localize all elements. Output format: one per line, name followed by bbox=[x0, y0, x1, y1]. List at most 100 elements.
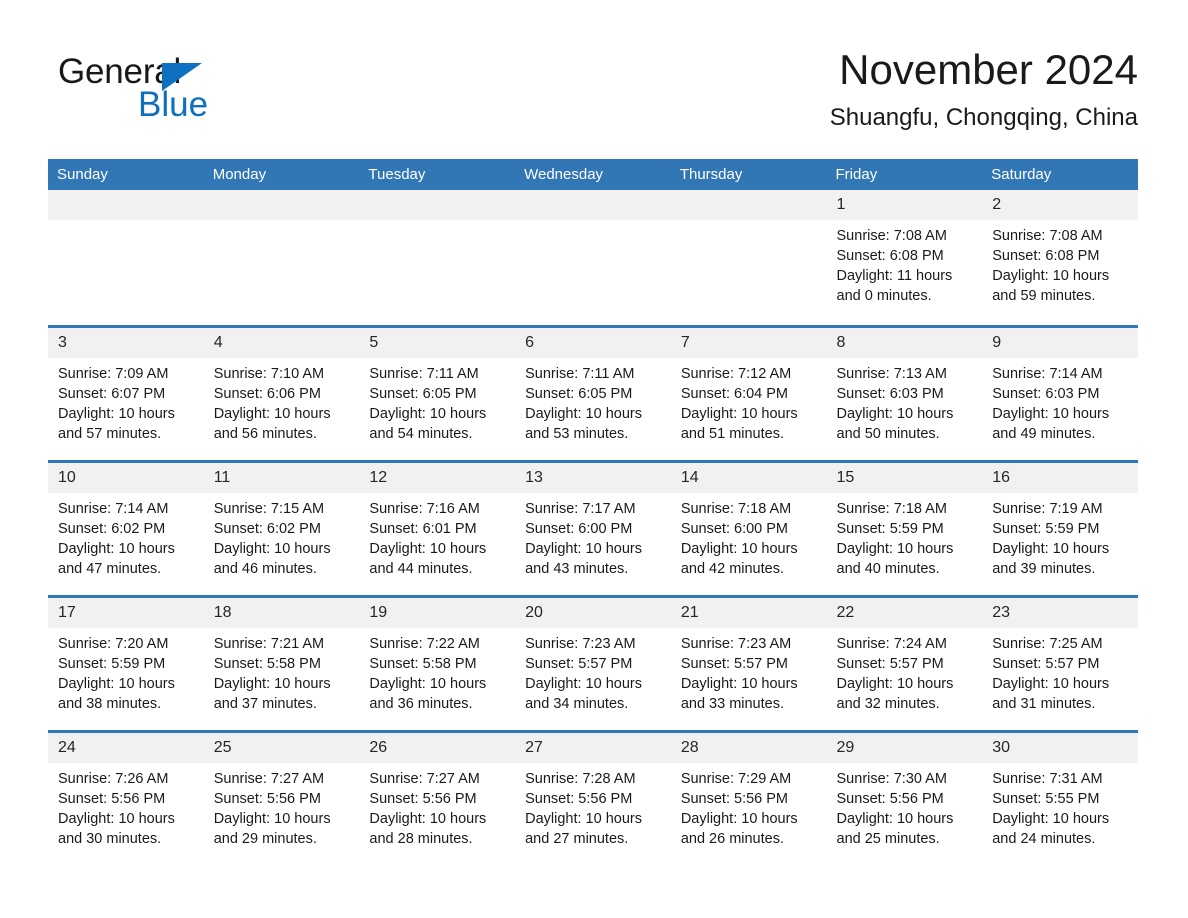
day-cell[interactable]: 30 Sunrise: 7:31 AM Sunset: 5:55 PM Dayligh… bbox=[982, 730, 1138, 849]
day-cell[interactable]: 15 Sunrise: 7:18 AM Sunset: 5:59 PM Dayligh… bbox=[826, 460, 983, 595]
daylight-text: Daylight: 11 hours and 0 minutes. bbox=[836, 268, 953, 304]
day-cell[interactable]: 2 Sunrise: 7:08 AM Sunset: 6:08 PM Daylight… bbox=[982, 190, 1138, 325]
daylight-text: Daylight: 10 hours and 56 minutes. bbox=[213, 406, 331, 442]
day-cell[interactable]: 27 Sunrise: 7:28 AM Sunset: 5:56 PM Dayligh… bbox=[515, 730, 671, 849]
sunrise-text: Sunrise: 7:17 AM bbox=[525, 501, 636, 517]
daylight-text: Daylight: 10 hours and 30 minutes. bbox=[58, 811, 175, 847]
page-header: General Blue November 2024 Shuangfu, Cho… bbox=[48, 44, 1138, 152]
calendar-cell: 5 Sunrise: 7:11 AM Sunset: 6:05 PM Daylight… bbox=[359, 325, 516, 460]
sunrise-text: Sunrise: 7:24 AM bbox=[836, 636, 947, 652]
daylight-text: Daylight: 10 hours and 34 minutes. bbox=[525, 676, 642, 712]
daylight-text: Daylight: 10 hours and 28 minutes. bbox=[369, 811, 487, 847]
day-cell[interactable]: 7 Sunrise: 7:12 AM Sunset: 6:04 PM Daylight… bbox=[670, 325, 827, 460]
day-cell[interactable]: 6 Sunrise: 7:11 AM Sunset: 6:05 PM Daylight… bbox=[515, 325, 671, 460]
day-number: 7 bbox=[670, 328, 827, 358]
day-cell[interactable]: 20 Sunrise: 7:23 AM Sunset: 5:57 PM Dayligh… bbox=[515, 595, 671, 730]
daylight-text: Daylight: 10 hours and 40 minutes. bbox=[836, 541, 954, 577]
generalblue-logo[interactable]: General Blue bbox=[58, 52, 318, 132]
day-details: Sunrise: 7:11 AM Sunset: 6:05 PM Daylight:… bbox=[359, 358, 515, 444]
calendar-cell: 11 Sunrise: 7:15 AM Sunset: 6:02 PM Dayligh… bbox=[203, 460, 360, 595]
sunrise-text: Sunrise: 7:22 AM bbox=[369, 636, 480, 652]
day-cell[interactable]: 21 Sunrise: 7:23 AM Sunset: 5:57 PM Dayligh… bbox=[670, 595, 827, 730]
day-cell[interactable]: 23 Sunrise: 7:25 AM Sunset: 5:57 PM Dayligh… bbox=[982, 595, 1138, 730]
calendar-cell bbox=[515, 190, 671, 325]
day-number: 2 bbox=[982, 190, 1138, 220]
sunrise-text: Sunrise: 7:23 AM bbox=[680, 636, 792, 652]
day-cell-empty bbox=[670, 190, 827, 325]
day-details: Sunrise: 7:22 AM Sunset: 5:58 PM Daylight:… bbox=[359, 628, 515, 714]
day-cell[interactable]: 10 Sunrise: 7:14 AM Sunset: 6:02 PM Dayligh… bbox=[48, 460, 204, 595]
page-subtitle: Shuangfu, Chongqing, China bbox=[829, 104, 1138, 131]
day-cell-empty bbox=[48, 190, 204, 325]
sunset-text: Sunset: 5:56 PM bbox=[213, 791, 321, 807]
weekday-header-tuesday: Tuesday bbox=[359, 159, 516, 190]
day-details: Sunrise: 7:20 AM Sunset: 5:59 PM Daylight:… bbox=[48, 628, 204, 714]
day-cell[interactable]: 5 Sunrise: 7:11 AM Sunset: 6:05 PM Daylight… bbox=[359, 325, 516, 460]
day-details: Sunrise: 7:21 AM Sunset: 5:58 PM Daylight:… bbox=[204, 628, 360, 714]
day-details: Sunrise: 7:23 AM Sunset: 5:57 PM Daylight:… bbox=[671, 628, 827, 714]
day-cell[interactable]: 3 Sunrise: 7:09 AM Sunset: 6:07 PM Daylight… bbox=[48, 325, 204, 460]
day-details: Sunrise: 7:08 AM Sunset: 6:08 PM Daylight:… bbox=[982, 220, 1138, 306]
calendar-table: Sunday Monday Tuesday Wednesday Thursday… bbox=[48, 159, 1138, 849]
day-number: 11 bbox=[203, 463, 360, 493]
day-number: 3 bbox=[48, 328, 204, 358]
calendar-week-row: 3 Sunrise: 7:09 AM Sunset: 6:07 PM Daylight… bbox=[48, 325, 1138, 460]
daylight-text: Daylight: 10 hours and 37 minutes. bbox=[213, 676, 331, 712]
day-details: Sunrise: 7:19 AM Sunset: 5:59 PM Daylight:… bbox=[982, 493, 1138, 579]
calendar-cell: 1 Sunrise: 7:08 AM Sunset: 6:08 PM Daylight… bbox=[826, 190, 983, 325]
day-cell[interactable]: 9 Sunrise: 7:14 AM Sunset: 6:03 PM Daylight… bbox=[982, 325, 1138, 460]
daylight-text: Daylight: 10 hours and 39 minutes. bbox=[992, 541, 1110, 577]
daylight-text: Daylight: 10 hours and 27 minutes. bbox=[525, 811, 642, 847]
day-cell[interactable]: 29 Sunrise: 7:30 AM Sunset: 5:56 PM Dayligh… bbox=[826, 730, 983, 849]
day-cell[interactable]: 17 Sunrise: 7:20 AM Sunset: 5:59 PM Dayligh… bbox=[48, 595, 204, 730]
day-number: 10 bbox=[48, 463, 204, 493]
day-number: 21 bbox=[670, 598, 827, 628]
daylight-text: Daylight: 10 hours and 46 minutes. bbox=[213, 541, 331, 577]
day-cell[interactable]: 24 Sunrise: 7:26 AM Sunset: 5:56 PM Dayligh… bbox=[48, 730, 204, 849]
day-cell[interactable]: 11 Sunrise: 7:15 AM Sunset: 6:02 PM Dayligh… bbox=[203, 460, 360, 595]
calendar-cell bbox=[670, 190, 827, 325]
day-cell[interactable]: 28 Sunrise: 7:29 AM Sunset: 5:56 PM Dayligh… bbox=[670, 730, 827, 849]
daylight-text: Daylight: 10 hours and 25 minutes. bbox=[836, 811, 954, 847]
calendar-cell: 8 Sunrise: 7:13 AM Sunset: 6:03 PM Daylight… bbox=[826, 325, 983, 460]
sunset-text: Sunset: 5:55 PM bbox=[992, 791, 1100, 807]
sunrise-text: Sunrise: 7:29 AM bbox=[680, 771, 792, 787]
day-cell[interactable]: 16 Sunrise: 7:19 AM Sunset: 5:59 PM Dayligh… bbox=[982, 460, 1138, 595]
day-cell[interactable]: 8 Sunrise: 7:13 AM Sunset: 6:03 PM Daylight… bbox=[826, 325, 983, 460]
day-cell[interactable]: 4 Sunrise: 7:10 AM Sunset: 6:06 PM Daylight… bbox=[203, 325, 360, 460]
daylight-text: Daylight: 10 hours and 26 minutes. bbox=[680, 811, 798, 847]
day-number: 29 bbox=[826, 733, 983, 763]
day-number bbox=[203, 190, 360, 220]
weekday-header-sunday: Sunday bbox=[48, 159, 204, 190]
day-details: Sunrise: 7:17 AM Sunset: 6:00 PM Daylight:… bbox=[515, 493, 671, 579]
day-cell[interactable]: 25 Sunrise: 7:27 AM Sunset: 5:56 PM Dayligh… bbox=[203, 730, 360, 849]
daylight-text: Daylight: 10 hours and 42 minutes. bbox=[680, 541, 798, 577]
sunset-text: Sunset: 5:57 PM bbox=[992, 656, 1100, 672]
sunset-text: Sunset: 5:57 PM bbox=[525, 656, 633, 672]
daylight-text: Daylight: 10 hours and 49 minutes. bbox=[992, 406, 1110, 442]
sunrise-text: Sunrise: 7:11 AM bbox=[369, 366, 479, 382]
day-number: 20 bbox=[515, 598, 671, 628]
day-cell[interactable]: 18 Sunrise: 7:21 AM Sunset: 5:58 PM Dayligh… bbox=[203, 595, 360, 730]
day-number: 8 bbox=[826, 328, 983, 358]
day-cell[interactable]: 13 Sunrise: 7:17 AM Sunset: 6:00 PM Dayligh… bbox=[515, 460, 671, 595]
sunset-text: Sunset: 6:02 PM bbox=[58, 521, 166, 537]
day-details: Sunrise: 7:14 AM Sunset: 6:02 PM Daylight:… bbox=[48, 493, 204, 579]
calendar-cell: 3 Sunrise: 7:09 AM Sunset: 6:07 PM Daylight… bbox=[48, 325, 204, 460]
day-details: Sunrise: 7:25 AM Sunset: 5:57 PM Daylight:… bbox=[982, 628, 1138, 714]
calendar-cell: 29 Sunrise: 7:30 AM Sunset: 5:56 PM Dayligh… bbox=[826, 730, 983, 849]
calendar-cell: 12 Sunrise: 7:16 AM Sunset: 6:01 PM Dayligh… bbox=[359, 460, 516, 595]
sunrise-text: Sunrise: 7:16 AM bbox=[369, 501, 480, 517]
day-cell[interactable]: 14 Sunrise: 7:18 AM Sunset: 6:00 PM Dayligh… bbox=[670, 460, 827, 595]
calendar-cell: 9 Sunrise: 7:14 AM Sunset: 6:03 PM Daylight… bbox=[982, 325, 1138, 460]
calendar-week-row: 24 Sunrise: 7:26 AM Sunset: 5:56 PM Dayligh… bbox=[48, 730, 1138, 849]
day-cell[interactable]: 22 Sunrise: 7:24 AM Sunset: 5:57 PM Dayligh… bbox=[826, 595, 983, 730]
day-cell[interactable]: 12 Sunrise: 7:16 AM Sunset: 6:01 PM Dayligh… bbox=[359, 460, 516, 595]
daylight-text: Daylight: 10 hours and 36 minutes. bbox=[369, 676, 487, 712]
sunrise-text: Sunrise: 7:18 AM bbox=[680, 501, 792, 517]
day-cell[interactable]: 19 Sunrise: 7:22 AM Sunset: 5:58 PM Dayligh… bbox=[359, 595, 516, 730]
day-cell[interactable]: 26 Sunrise: 7:27 AM Sunset: 5:56 PM Dayligh… bbox=[359, 730, 516, 849]
day-cell[interactable]: 1 Sunrise: 7:08 AM Sunset: 6:08 PM Daylight… bbox=[826, 190, 983, 325]
day-details: Sunrise: 7:18 AM Sunset: 6:00 PM Daylight:… bbox=[671, 493, 827, 579]
sunset-text: Sunset: 5:56 PM bbox=[525, 791, 633, 807]
